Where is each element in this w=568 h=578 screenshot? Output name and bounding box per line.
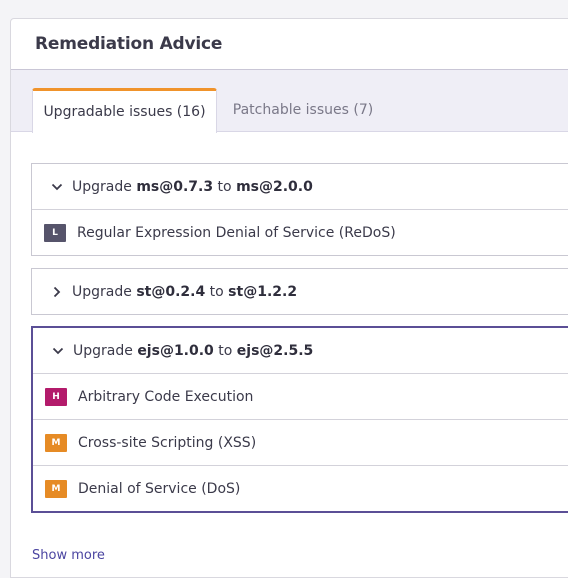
tab-label: Patchable issues (7) (232, 102, 374, 118)
upgrade-group-ejs: Upgrade ejs@1.0.0 to ejs@2.5.5 H Arbitra… (31, 326, 568, 513)
severity-badge-low: L (44, 223, 66, 242)
chevron-right-icon (48, 283, 66, 301)
upgrade-prefix: Upgrade (72, 283, 132, 300)
tabs-bar: Upgradable issues (16) Patchable issues … (11, 70, 568, 133)
upgrade-connector: to (218, 342, 233, 359)
issue-title: Regular Expression Denial of Service (Re… (77, 224, 396, 241)
tab-patchable-issues[interactable]: Patchable issues (7) (223, 88, 383, 132)
upgrade-group-st: Upgrade st@0.2.4 to st@1.2.2 (31, 268, 568, 315)
issue-row[interactable]: M Cross-site Scripting (XSS) (33, 419, 568, 465)
package-from: ms@0.7.3 (136, 178, 214, 195)
upgrade-connector: to (209, 283, 224, 300)
package-to: ejs@2.5.5 (236, 342, 314, 359)
issue-row[interactable]: H Arbitrary Code Execution (33, 373, 568, 419)
issue-title: Denial of Service (DoS) (78, 480, 241, 497)
package-from: ejs@1.0.0 (137, 342, 214, 359)
severity-badge-medium: M (45, 479, 67, 498)
panel-title: Remediation Advice (35, 34, 223, 54)
upgrade-group-header[interactable]: Upgrade st@0.2.4 to st@1.2.2 (32, 269, 568, 314)
upgrade-prefix: Upgrade (72, 178, 132, 195)
upgrade-connector: to (217, 178, 232, 195)
issue-row[interactable]: L Regular Expression Denial of Service (… (32, 209, 568, 255)
upgrade-group-ms: Upgrade ms@0.7.3 to ms@2.0.0 L Regular E… (31, 163, 568, 256)
severity-badge-high: H (45, 387, 67, 406)
chevron-down-icon (48, 178, 66, 196)
package-from: st@0.2.4 (136, 283, 206, 300)
package-to: ms@2.0.0 (236, 178, 313, 195)
remediation-panel: Remediation Advice Upgradable issues (16… (10, 18, 568, 578)
issue-title: Arbitrary Code Execution (78, 388, 254, 405)
issue-title: Cross-site Scripting (XSS) (78, 434, 257, 451)
panel-header: Remediation Advice (11, 19, 568, 70)
upgrade-group-header[interactable]: Upgrade ms@0.7.3 to ms@2.0.0 (32, 164, 568, 209)
upgrade-group-header[interactable]: Upgrade ejs@1.0.0 to ejs@2.5.5 (33, 328, 568, 373)
issue-row[interactable]: M Denial of Service (DoS) (33, 465, 568, 511)
severity-badge-medium: M (45, 433, 67, 452)
tab-upgradable-issues[interactable]: Upgradable issues (16) (32, 88, 217, 133)
package-to: st@1.2.2 (228, 283, 298, 300)
chevron-down-icon (49, 342, 67, 360)
upgrade-prefix: Upgrade (73, 342, 133, 359)
tab-label: Upgradable issues (16) (43, 104, 206, 120)
